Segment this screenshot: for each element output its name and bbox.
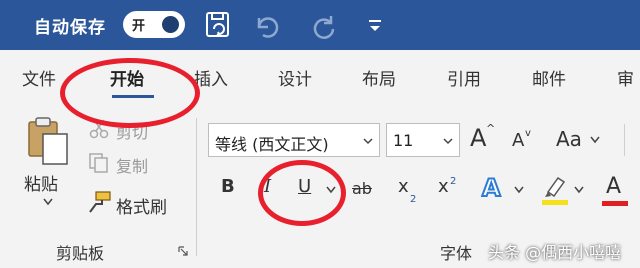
- font-size-select[interactable]: 11: [386, 123, 460, 157]
- highlighter-icon[interactable]: [540, 174, 570, 206]
- font-name-select[interactable]: 等线 (西文正文): [208, 123, 380, 157]
- chevron-down-icon: [443, 138, 453, 145]
- format-painter-button[interactable]: 格式刷: [116, 193, 167, 218]
- tab-mailings[interactable]: 邮件: [532, 65, 566, 90]
- save-sync-icon[interactable]: [203, 10, 233, 40]
- font-color-swatch: [602, 201, 628, 206]
- customize-quick-access-icon[interactable]: [360, 10, 390, 40]
- text-effects-button[interactable]: A: [481, 173, 502, 203]
- group-separator: [196, 118, 197, 256]
- change-case-button[interactable]: Aa: [556, 127, 582, 151]
- strikethrough-button[interactable]: ab: [352, 179, 372, 198]
- bold-button[interactable]: B: [221, 176, 235, 197]
- grow-font-caret: ^: [486, 122, 496, 135]
- superscript-digit: 2: [450, 176, 457, 187]
- format-painter-icon[interactable]: [86, 190, 112, 214]
- paste-dropdown-icon[interactable]: [43, 198, 53, 206]
- clipboard-dialog-launcher-icon[interactable]: [178, 246, 188, 256]
- font-size-value: 11: [393, 131, 414, 150]
- text-effects-dropdown-icon[interactable]: [514, 186, 524, 194]
- chevron-down-icon: [363, 138, 373, 145]
- paste-button[interactable]: 粘贴: [24, 170, 58, 195]
- subscript-digit: 2: [410, 194, 417, 205]
- tab-layout[interactable]: 布局: [362, 65, 396, 90]
- autosave-label: 自动保存: [34, 18, 106, 38]
- clipboard-group-label: 剪贴板: [56, 244, 105, 263]
- toggle-knob: [162, 16, 179, 33]
- font-group-label: 字体: [440, 244, 473, 263]
- subscript-button[interactable]: x: [398, 176, 409, 197]
- shrink-font-button[interactable]: A: [512, 130, 524, 151]
- tab-references[interactable]: 引用: [447, 65, 481, 90]
- change-case-dropdown-icon[interactable]: [590, 136, 600, 144]
- undo-icon[interactable]: [250, 10, 280, 40]
- separator: [624, 124, 625, 156]
- tab-design[interactable]: 设计: [278, 65, 312, 90]
- redo-icon[interactable]: [310, 10, 340, 40]
- superscript-button[interactable]: x: [438, 176, 449, 197]
- paste-icon[interactable]: [26, 116, 70, 166]
- autosave-toggle[interactable]: 开: [123, 11, 185, 38]
- highlight-dropdown-icon[interactable]: [574, 186, 584, 194]
- annotation-circle-home-tab: [60, 58, 200, 128]
- shrink-font-caret: v: [525, 128, 531, 139]
- autosave-toggle-label: 开: [132, 19, 146, 34]
- grow-font-button[interactable]: A: [470, 124, 486, 152]
- copy-icon[interactable]: [88, 152, 110, 174]
- annotation-circle-underline: [258, 160, 346, 226]
- copy-button[interactable]: 复制: [116, 153, 148, 177]
- tab-review[interactable]: 审: [617, 65, 634, 90]
- title-bar: 自动保存 开: [0, 0, 640, 50]
- tab-insert[interactable]: 插入: [194, 65, 228, 90]
- font-color-button[interactable]: A: [606, 174, 621, 199]
- watermark: 头条 @偶西小嘻嘻: [488, 243, 622, 262]
- tab-file[interactable]: 文件: [22, 65, 56, 90]
- font-name-value: 等线 (西文正文): [215, 135, 329, 154]
